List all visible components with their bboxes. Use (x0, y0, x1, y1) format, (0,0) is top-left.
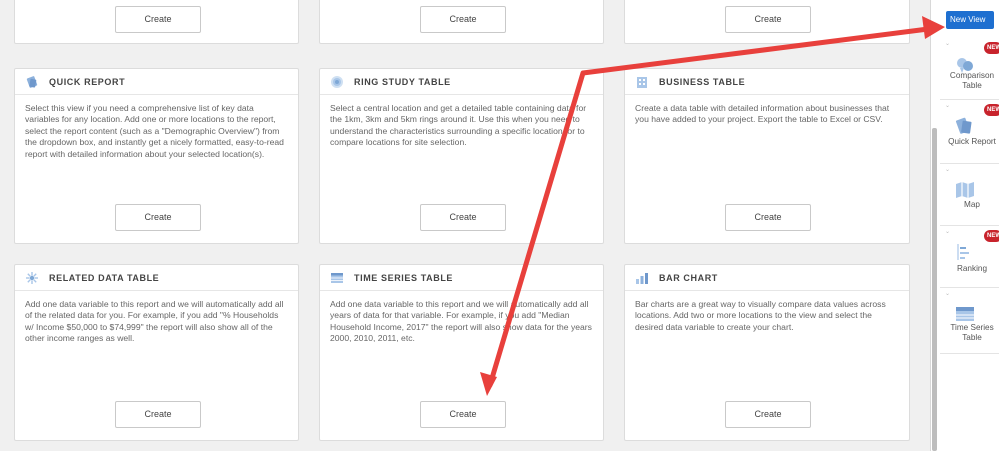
panel-item-label: Ranking (956, 264, 988, 273)
panel-item-label: Time Series Table (950, 323, 994, 342)
card-description: Select a central location and get a deta… (330, 103, 587, 148)
new-view-button[interactable]: New View (946, 11, 994, 29)
ranking-icon (957, 244, 969, 260)
card-related-data-table: RELATED DATA TABLE Add one data variable… (14, 264, 299, 441)
panel-item-time-series-table[interactable]: ⌄ Time Series Table (940, 288, 999, 354)
panel-item-comparison-table[interactable]: ⌄ NEW Comparison Table (940, 38, 999, 100)
panel-item-label: Quick Report (948, 137, 996, 146)
card-title: RING STUDY TABLE (354, 76, 451, 87)
card-header: RING STUDY TABLE (320, 69, 603, 95)
bar-chart-icon (636, 272, 648, 284)
panel-item-quick-report[interactable]: ⌄ NEW Quick Report (940, 100, 999, 164)
chevron-icon: ⌄ (945, 103, 951, 109)
create-button[interactable]: Create (115, 204, 201, 231)
create-button[interactable]: Create (420, 6, 506, 33)
card-title: BAR CHART (659, 272, 718, 283)
view-gallery: Create Create Create QUICK REPORT Select… (0, 0, 930, 451)
card-top-left: Create (14, 0, 299, 44)
card-title: TIME SERIES TABLE (354, 272, 454, 283)
panel-item-map[interactable]: ⌄ Map (940, 164, 999, 226)
time-series-icon (331, 272, 343, 283)
card-quick-report: QUICK REPORT Select this view if you nee… (14, 68, 299, 244)
chevron-icon: ⌄ (945, 291, 951, 297)
related-data-icon (26, 271, 38, 284)
card-header: RELATED DATA TABLE (15, 265, 298, 291)
quick-report-icon (955, 117, 972, 134)
card-title: BUSINESS TABLE (659, 76, 746, 87)
card-header: QUICK REPORT (15, 69, 298, 95)
card-description: Add one data variable to this report and… (330, 299, 592, 344)
building-icon (637, 76, 647, 88)
card-description: Add one data variable to this report and… (25, 299, 284, 344)
panel-item-ranking[interactable]: ⌄ NEW Ranking (940, 226, 999, 288)
card-title: QUICK REPORT (49, 76, 126, 87)
card-header: BAR CHART (625, 265, 909, 291)
quick-report-icon (26, 75, 38, 88)
card-top-right: Create (624, 0, 910, 44)
panel-item-label: Comparison Table (949, 71, 995, 90)
create-button[interactable]: Create (115, 401, 201, 428)
card-top-middle: Create (319, 0, 604, 44)
map-icon (956, 182, 974, 198)
card-ring-study-table: RING STUDY TABLE Select a central locati… (319, 68, 604, 244)
card-title: RELATED DATA TABLE (49, 272, 160, 283)
time-series-icon (956, 307, 974, 321)
create-button[interactable]: Create (725, 401, 811, 428)
chevron-icon: ⌄ (945, 229, 951, 235)
create-button[interactable]: Create (725, 204, 811, 231)
create-button[interactable]: Create (420, 204, 506, 231)
create-button[interactable]: Create (725, 6, 811, 33)
card-description: Create a data table with detailed inform… (635, 103, 890, 125)
ring-icon (331, 75, 343, 88)
new-badge: NEW (984, 42, 999, 54)
card-bar-chart: BAR CHART Bar charts are a great way to … (624, 264, 910, 441)
chevron-icon: ⌄ (945, 167, 951, 173)
card-business-table: BUSINESS TABLE Create a data table with … (624, 68, 910, 244)
card-header: TIME SERIES TABLE (320, 265, 603, 291)
create-button[interactable]: Create (420, 401, 506, 428)
card-time-series-table: TIME SERIES TABLE Add one data variable … (319, 264, 604, 441)
new-badge: NEW (984, 230, 999, 242)
new-badge: NEW (984, 104, 999, 116)
card-description: Select this view if you need a comprehen… (25, 103, 284, 159)
card-header: BUSINESS TABLE (625, 69, 909, 95)
panel-item-label: Map (964, 200, 980, 209)
chevron-icon: ⌄ (945, 41, 951, 47)
create-button[interactable]: Create (115, 6, 201, 33)
panel-scrollbar[interactable] (932, 128, 937, 451)
card-description: Bar charts are a great way to visually c… (635, 299, 886, 332)
